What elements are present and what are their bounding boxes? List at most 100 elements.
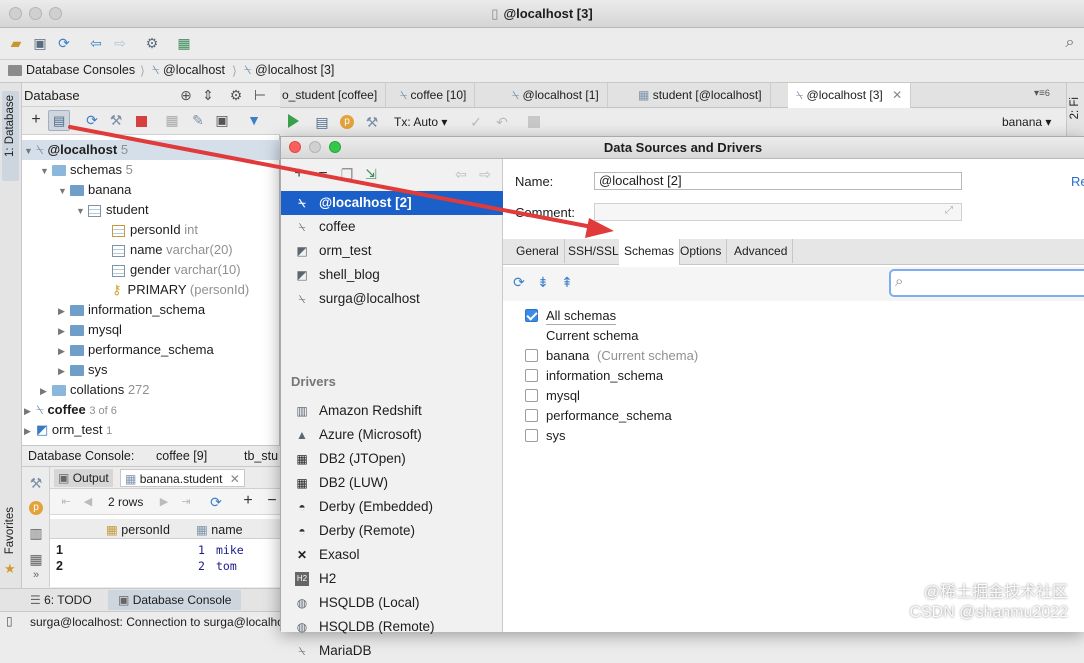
driver-azure[interactable]: ▲Azure (Microsoft) — [281, 423, 503, 447]
settings-wrench-icon[interactable]: ⚙ — [144, 35, 160, 51]
checkbox[interactable] — [525, 349, 538, 362]
settings-icon[interactable]: ⚒ — [364, 114, 380, 130]
structure-tool-tab[interactable]: 2: Fi — [1069, 97, 1081, 119]
tree-node-localhost[interactable]: ▼⍀ @localhost 5 — [24, 140, 128, 160]
import-icon[interactable]: ⇲ — [363, 166, 379, 182]
data-source-surga-localhost[interactable]: ⍀surga@localhost — [281, 287, 503, 311]
favorites-tool-tab[interactable]: Favorites — [4, 507, 16, 554]
tab-schemas[interactable]: Schemas — [619, 239, 680, 265]
editor-tab-localhost-3[interactable]: ⍀ @localhost [3] ✕ — [788, 83, 911, 108]
data-source-properties-button[interactable]: ▤ — [48, 110, 70, 131]
tree-node-information-schema[interactable]: ▶information_schema — [58, 300, 205, 320]
schema-option-mysql[interactable]: mysql — [525, 386, 580, 406]
forward-arrow-icon[interactable]: ⇨ — [112, 35, 128, 51]
edit-icon[interactable]: ✎ — [190, 112, 206, 128]
tab-options[interactable]: Options — [675, 239, 727, 263]
console-tab-coffee[interactable]: coffee [9] — [156, 449, 207, 463]
schema-option-information-schema[interactable]: information_schema — [525, 366, 663, 386]
tree-node-schemas[interactable]: ▼schemas 5 — [40, 160, 133, 180]
synchronize-icon[interactable]: ⟳ — [56, 35, 72, 51]
more-icon[interactable]: » — [28, 567, 44, 583]
remove-data-source-icon[interactable]: − — [315, 166, 331, 182]
editor-tab-localhost-1[interactable]: ⍀ @localhost [1] — [504, 83, 608, 107]
tab-advanced[interactable]: Advanced — [729, 239, 793, 263]
search-icon[interactable]: ⌕ — [1062, 35, 1078, 51]
tree-node-performance-schema[interactable]: ▶performance_schema — [58, 340, 214, 360]
tree-node-student[interactable]: ▼student — [76, 200, 149, 220]
driver-derby-embedded[interactable]: ◓Derby (Embedded) — [281, 495, 503, 519]
checkbox-checked[interactable] — [525, 309, 538, 322]
cell-personid[interactable]: 1 — [198, 543, 205, 557]
editor-tab-student-coffee[interactable]: o_student [coffee] — [280, 83, 386, 107]
next-page-icon[interactable]: ▶ — [156, 494, 172, 510]
data-source-orm-test[interactable]: ◩orm_test — [281, 239, 503, 263]
breadcrumb-localhost[interactable]: ⍀ @localhost — [152, 63, 225, 78]
breadcrumb-localhost-3[interactable]: ⍀ @localhost [3] — [244, 63, 334, 78]
schema-option-all-schemas[interactable]: All schemas — [525, 306, 616, 326]
breadcrumb-database-consoles[interactable]: Database Consoles — [8, 63, 135, 77]
driver-hsqldb-local[interactable]: ◍HSQLDB (Local) — [281, 591, 503, 615]
commit-icon[interactable]: ✓ — [468, 114, 484, 130]
tree-node-name[interactable]: name varchar(20) — [112, 240, 233, 260]
driver-derby-remote[interactable]: ◓Derby (Remote) — [281, 519, 503, 543]
tab-general[interactable]: General — [511, 239, 565, 263]
tree-node-orm-test[interactable]: ▶◩ orm_test 1 — [24, 420, 112, 440]
tree-node-primary[interactable]: ⚷PRIMARY (personId) — [112, 280, 249, 300]
driver-h2[interactable]: H2H2 — [281, 567, 503, 591]
back-icon[interactable]: ⇦ — [453, 166, 469, 182]
stop-icon[interactable] — [136, 116, 147, 127]
save-icon[interactable]: ▣ — [32, 35, 48, 51]
close-icon[interactable]: ✕ — [230, 472, 240, 486]
tree-node-coffee[interactable]: ▶⍀ coffee 3 of 6 — [24, 400, 117, 420]
cell-name[interactable]: tom — [216, 559, 237, 573]
comment-input[interactable] — [594, 203, 962, 221]
delete-row-icon[interactable]: − — [264, 493, 280, 509]
data-source-coffee[interactable]: ⍀coffee — [281, 215, 503, 239]
cell-personid[interactable]: 2 — [198, 559, 205, 573]
column-header-name[interactable]: ▦ name — [196, 522, 243, 537]
collapse-split-icon[interactable]: ⇕ — [200, 87, 216, 103]
reset-link[interactable]: Re — [1071, 174, 1084, 189]
last-page-icon[interactable]: ⇥ — [178, 494, 194, 510]
reload-icon[interactable]: ⟳ — [208, 494, 224, 510]
first-page-icon[interactable]: ⇤ — [58, 494, 74, 510]
refresh-icon[interactable]: ⟳ — [84, 112, 100, 128]
cell-name[interactable]: mike — [216, 543, 244, 557]
driver-hsqldb-remote[interactable]: ◍HSQLDB (Remote) — [281, 615, 503, 639]
console-icon[interactable]: ▣ — [214, 112, 230, 128]
editor-tab-student-localhost[interactable]: ▦ student [@localhost] — [630, 83, 771, 107]
layout-icon[interactable]: ▥ — [28, 525, 44, 541]
checkbox[interactable] — [525, 329, 538, 342]
schema-option-current-schema[interactable]: Current schema — [525, 326, 638, 346]
schema-option-banana[interactable]: banana (Current schema) — [525, 346, 698, 366]
parameters-icon[interactable]: p — [29, 501, 43, 515]
globe-icon[interactable]: ⊕ — [178, 87, 194, 103]
back-arrow-icon[interactable]: ⇦ — [88, 35, 104, 51]
column-header-personid[interactable]: ▦ personId — [106, 522, 170, 537]
duplicate-icon[interactable]: ❐ — [339, 166, 355, 182]
hide-panel-icon[interactable]: ⊢ — [252, 87, 268, 103]
table-icon[interactable]: ▦ — [164, 112, 180, 128]
explain-icon[interactable]: ▤ — [314, 114, 330, 130]
driver-amazon-redshift[interactable]: ▥Amazon Redshift — [281, 399, 503, 423]
settings-icon[interactable]: ⚒ — [28, 475, 44, 491]
checkbox[interactable] — [525, 429, 538, 442]
schema-option-performance-schema[interactable]: performance_schema — [525, 406, 672, 426]
project-structure-icon[interactable]: ▦ — [176, 35, 192, 51]
open-folder-icon[interactable]: ▰ — [8, 35, 24, 51]
close-icon[interactable]: ✕ — [892, 88, 902, 102]
previous-page-icon[interactable]: ◀ — [80, 494, 96, 510]
refresh-schemas-icon[interactable]: ⟳ — [511, 274, 527, 290]
editor-tab-coffee-10[interactable]: ⍀ coffee [10] — [392, 83, 475, 107]
add-data-source-icon[interactable]: + — [291, 166, 307, 182]
forward-icon[interactable]: ⇨ — [477, 166, 493, 182]
checkbox[interactable] — [525, 389, 538, 402]
configure-icon[interactable]: ⚒ — [108, 112, 124, 128]
driver-db2-luw[interactable]: ▦DB2 (LUW) — [281, 471, 503, 495]
schema-search-input[interactable]: ⌕ — [889, 269, 1084, 297]
schema-dropdown[interactable]: banana ▾ — [1002, 115, 1051, 129]
table-mode-icon[interactable]: ▦ — [28, 551, 44, 567]
tree-node-banana[interactable]: ▼banana — [58, 180, 131, 200]
checkbox[interactable] — [525, 409, 538, 422]
transaction-mode-dropdown[interactable]: Tx: Auto ▾ — [394, 115, 447, 129]
